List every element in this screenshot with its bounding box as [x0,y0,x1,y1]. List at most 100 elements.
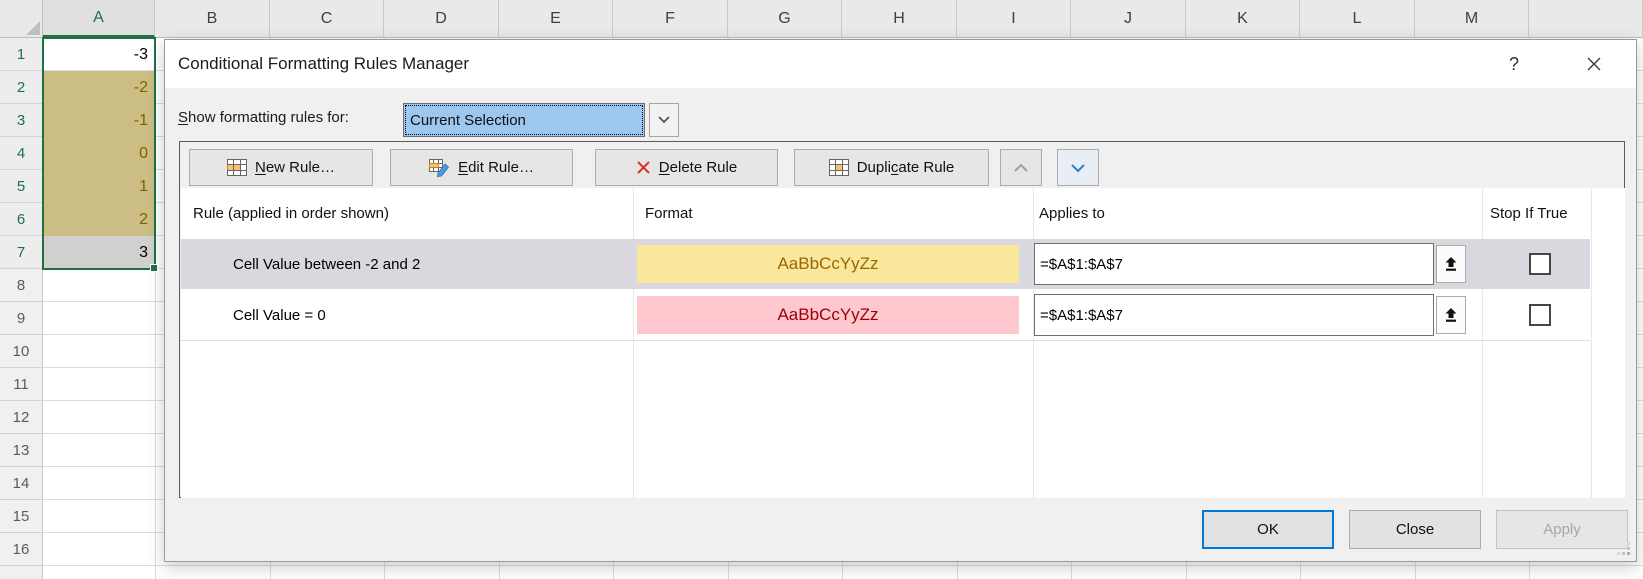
column-header-E[interactable]: E [499,0,613,38]
cell-A13[interactable] [43,434,155,467]
cell-A7[interactable]: 3 [43,236,155,269]
resize-grip[interactable] [1617,542,1631,556]
rule-description: Cell Value between -2 and 2 [233,239,420,289]
column-header-B[interactable]: B [155,0,270,38]
column-header-L[interactable]: L [1300,0,1415,38]
rule-row-2[interactable]: Cell Value = 0 AaBbCcYyZz [181,290,1590,340]
new-rule-button[interactable]: New Rule… [189,149,373,186]
row-header-11[interactable]: 11 [0,368,43,401]
cell-A[interactable] [43,566,155,579]
row-header-5[interactable]: 5 [0,170,43,203]
corner-triangle-icon [26,21,40,35]
chevron-up-icon [1014,163,1028,173]
edit-rule-label: Edit Rule… [458,159,534,176]
collapse-dialog-arrow-icon [1443,256,1459,272]
selection-fill-handle[interactable] [150,264,158,272]
header-rule: Rule (applied in order shown) [193,188,389,238]
cell-A8[interactable] [43,269,155,302]
column-header-M[interactable]: M [1415,0,1529,38]
new-rule-label: New Rule… [255,159,335,176]
row-header-3[interactable]: 3 [0,104,43,137]
cell-A3[interactable]: -1 [43,104,155,137]
ok-button[interactable]: OK [1202,510,1334,549]
column-separator [1591,188,1592,498]
row-header-10[interactable]: 10 [0,335,43,368]
format-preview-swatch[interactable]: AaBbCcYyZz [637,296,1019,334]
stop-if-true-checkbox[interactable] [1529,304,1551,326]
row-header-partial[interactable] [0,566,43,579]
rules-panel: New Rule… Edit Rule… Delete Rule Dupli [179,141,1625,498]
combo-dropdown-button[interactable] [649,103,679,137]
scope-selected-value[interactable]: Current Selection [403,103,645,137]
column-header-A[interactable]: A [43,0,155,38]
cell-A15[interactable] [43,500,155,533]
delete-rule-label: Delete Rule [659,159,737,176]
column-header-C[interactable]: C [270,0,384,38]
row-header-13[interactable]: 13 [0,434,43,467]
row-separator [181,340,1590,341]
dialog-titlebar: Conditional Formatting Rules Manager ? [165,40,1636,88]
move-rule-down-button[interactable] [1057,149,1099,186]
row-header-16[interactable]: 16 [0,533,43,566]
column-header-partial[interactable] [1529,0,1643,38]
cell-A14[interactable] [43,467,155,500]
header-stop-if-true: Stop If True [1490,188,1568,238]
column-header-G[interactable]: G [728,0,842,38]
close-dialog-button[interactable]: Close [1349,510,1481,549]
select-all-corner[interactable] [0,0,43,38]
cell-A9[interactable] [43,302,155,335]
cell-A5[interactable]: 1 [43,170,155,203]
edit-rule-button[interactable]: Edit Rule… [390,149,573,186]
row-header-12[interactable]: 12 [0,401,43,434]
help-button[interactable]: ? [1499,40,1529,88]
row-header-6[interactable]: 6 [0,203,43,236]
cell-A6[interactable]: 2 [43,203,155,236]
cell-A1[interactable]: -3 [43,38,155,71]
column-header-K[interactable]: K [1186,0,1300,38]
row-header-4[interactable]: 4 [0,137,43,170]
help-icon: ? [1509,54,1519,75]
close-icon [1586,56,1602,72]
delete-x-icon [636,160,651,175]
row-header-7[interactable]: 7 [0,236,43,269]
applies-to-input[interactable] [1034,294,1434,336]
close-button[interactable] [1573,40,1615,88]
row-header-1[interactable]: 1 [0,38,43,71]
cell-A11[interactable] [43,368,155,401]
row-header-15[interactable]: 15 [0,500,43,533]
scope-combobox[interactable]: Current Selection [403,103,679,137]
duplicate-rule-label: Duplicate Rule [857,159,955,176]
delete-rule-button[interactable]: Delete Rule [595,149,778,186]
conditional-formatting-rules-manager-dialog: Conditional Formatting Rules Manager ? S… [164,39,1637,562]
row-header-14[interactable]: 14 [0,467,43,500]
row-header-9[interactable]: 9 [0,302,43,335]
cell-A12[interactable] [43,401,155,434]
row-header-8[interactable]: 8 [0,269,43,302]
rule-row-1[interactable]: Cell Value between -2 and 2 AaBbCcYyZz [181,239,1590,289]
column-header-H[interactable]: H [842,0,957,38]
table-pencil-icon [429,159,450,177]
column-separator [1033,188,1034,498]
table-icon [829,159,849,176]
move-rule-up-button[interactable] [1000,149,1042,186]
applies-to-input[interactable] [1034,243,1434,285]
duplicate-rule-button[interactable]: Duplicate Rule [794,149,989,186]
column-header-F[interactable]: F [613,0,728,38]
column-header-I[interactable]: I [957,0,1071,38]
header-format: Format [645,188,693,238]
cell-A10[interactable] [43,335,155,368]
cell-A4[interactable]: 0 [43,137,155,170]
range-picker-button[interactable] [1436,245,1466,283]
chevron-down-icon [1071,163,1085,173]
column-header-D[interactable]: D [384,0,499,38]
row-header-2[interactable]: 2 [0,71,43,104]
stop-if-true-checkbox[interactable] [1529,253,1551,275]
column-header-J[interactable]: J [1071,0,1186,38]
cell-A2[interactable]: -2 [43,71,155,104]
column-separator [1482,188,1483,498]
format-preview-swatch[interactable]: AaBbCcYyZz [637,245,1019,283]
range-picker-button[interactable] [1436,296,1466,334]
rule-description: Cell Value = 0 [233,290,326,340]
chevron-down-icon [658,116,670,124]
cell-A16[interactable] [43,533,155,566]
